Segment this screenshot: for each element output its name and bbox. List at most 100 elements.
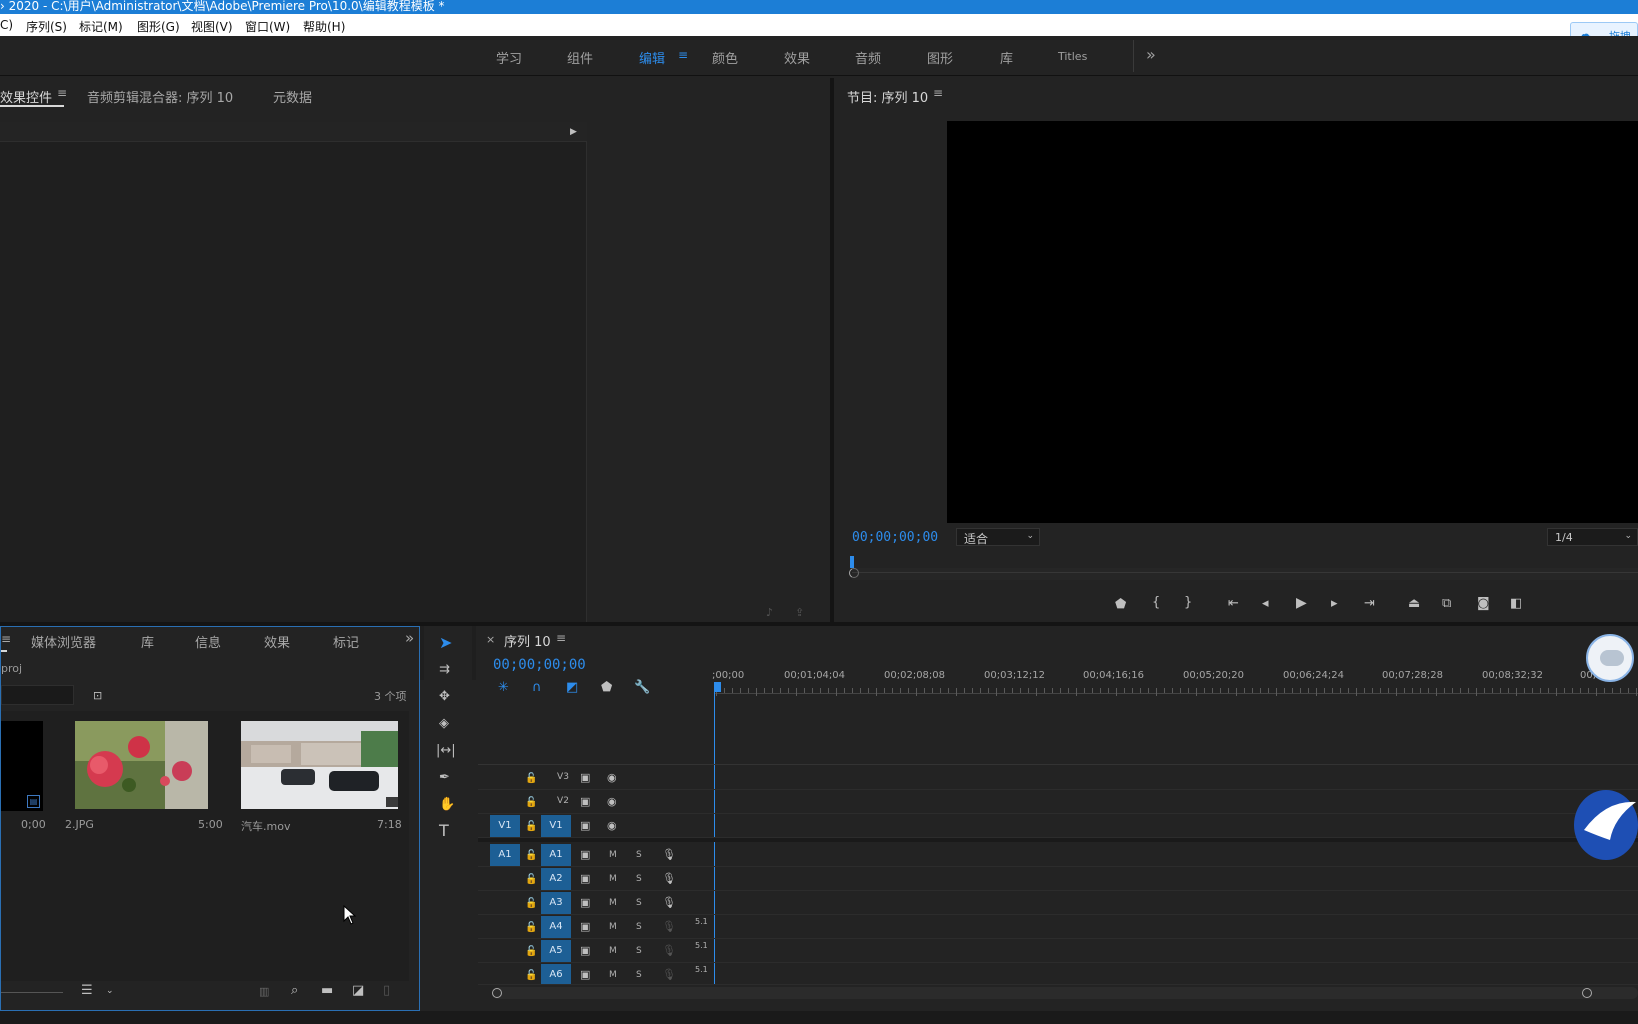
- zoom-scrollbar[interactable]: [852, 568, 1638, 580]
- solo-button[interactable]: S: [636, 946, 642, 956]
- workspace-color[interactable]: 颜色: [712, 48, 738, 67]
- tab-info[interactable]: 信息: [195, 632, 221, 651]
- tab-audio-clip-mixer[interactable]: 音频剪辑混合器: 序列 10: [87, 87, 233, 106]
- add-marker-icon[interactable]: ⬟: [1115, 598, 1126, 611]
- program-timecode[interactable]: 00;00;00;00: [852, 530, 938, 545]
- source-patch-a1[interactable]: A1: [490, 844, 520, 866]
- sort-icons-icon[interactable]: ☰: [81, 984, 93, 997]
- lock-icon[interactable]: 🔓: [525, 969, 537, 982]
- track-label[interactable]: V3: [548, 772, 578, 782]
- lift-icon[interactable]: ⏏: [1408, 597, 1420, 610]
- mark-out-icon[interactable]: }: [1184, 596, 1192, 609]
- menu-view[interactable]: 视图(V): [191, 18, 233, 35]
- more-workspaces-icon[interactable]: »: [1146, 45, 1156, 64]
- mute-button[interactable]: M: [609, 946, 617, 956]
- export-frame-icon[interactable]: ◙: [1477, 597, 1490, 610]
- tab-media-browser[interactable]: 媒体浏览器: [31, 632, 96, 651]
- sync-lock-icon[interactable]: ▣: [580, 944, 590, 957]
- expand-arrow-icon[interactable]: ▶: [570, 126, 577, 139]
- more-tabs-icon[interactable]: »: [405, 629, 414, 647]
- workspace-menu-icon[interactable]: ≡: [678, 48, 688, 62]
- menu-window[interactable]: 窗口(W): [245, 18, 290, 35]
- sync-lock-icon[interactable]: ▣: [580, 848, 590, 861]
- sync-lock-icon[interactable]: ▣: [580, 968, 590, 981]
- eye-icon[interactable]: ◉: [607, 771, 617, 784]
- project-item-thumbnail[interactable]: [241, 721, 398, 809]
- menu-marker[interactable]: 标记(M): [79, 18, 123, 35]
- project-search-input[interactable]: [1, 685, 74, 705]
- microphone-icon[interactable]: 🎙: [662, 920, 676, 933]
- lock-icon[interactable]: 🔓: [525, 897, 537, 910]
- workspace-learn[interactable]: 学习: [496, 48, 522, 67]
- pen-tool-icon[interactable]: ✒: [439, 771, 450, 784]
- track-target-a5[interactable]: A5: [541, 940, 571, 962]
- automate-to-sequence-icon[interactable]: ▥: [259, 985, 269, 998]
- new-bin-icon[interactable]: ▬: [321, 984, 333, 997]
- solo-button[interactable]: S: [636, 922, 642, 932]
- selection-tool-icon[interactable]: ➤: [439, 635, 452, 651]
- eye-icon[interactable]: ◉: [607, 819, 617, 832]
- step-forward-icon[interactable]: ▸: [1331, 597, 1338, 610]
- scroll-handle-right[interactable]: [1582, 988, 1592, 998]
- microphone-icon[interactable]: 🎙: [662, 968, 676, 981]
- project-item-thumbnail[interactable]: ▤: [1, 721, 43, 811]
- timeline-horizontal-scrollbar[interactable]: [492, 987, 1638, 999]
- add-marker-icon[interactable]: ⬟: [601, 681, 612, 694]
- sync-lock-icon[interactable]: ▣: [580, 819, 590, 832]
- lock-icon[interactable]: 🔓: [525, 820, 537, 833]
- comparison-view-icon[interactable]: ◧: [1510, 597, 1522, 610]
- ripple-edit-tool-icon[interactable]: ✥: [439, 690, 450, 703]
- extract-icon[interactable]: ⧉: [1442, 597, 1451, 610]
- timeline-timecode[interactable]: 00;00;00;00: [493, 657, 586, 673]
- zoom-select[interactable]: 适合 ⌄: [956, 528, 1040, 546]
- sync-lock-icon[interactable]: ▣: [580, 872, 590, 885]
- solo-button[interactable]: S: [636, 970, 642, 980]
- program-monitor-title[interactable]: 节目: 序列 10: [847, 87, 928, 106]
- tab-effects[interactable]: 效果: [264, 632, 290, 651]
- microphone-icon[interactable]: 🎙: [662, 872, 676, 885]
- tab-libraries[interactable]: 库: [141, 632, 154, 651]
- project-menu-icon[interactable]: ≡: [1, 632, 11, 646]
- lock-icon[interactable]: 🔓: [525, 945, 537, 958]
- solo-button[interactable]: S: [636, 874, 642, 884]
- type-tool-icon[interactable]: T: [439, 823, 449, 839]
- trash-icon[interactable]: ▯: [383, 984, 390, 997]
- new-search-bin-icon[interactable]: ⊡: [93, 689, 102, 702]
- razor-tool-icon[interactable]: ◈: [439, 717, 449, 730]
- panel-menu-icon[interactable]: ≡: [57, 86, 67, 100]
- mute-button[interactable]: M: [609, 850, 617, 860]
- workspace-effects[interactable]: 效果: [784, 48, 810, 67]
- mute-button[interactable]: M: [609, 970, 617, 980]
- assistant-robot-icon[interactable]: [1586, 634, 1634, 682]
- program-video-frame[interactable]: [947, 121, 1638, 523]
- lock-icon[interactable]: 🔓: [525, 796, 537, 809]
- source-patch-v1[interactable]: V1: [490, 815, 520, 837]
- timeline-settings-wrench-icon[interactable]: 🔧: [634, 681, 650, 694]
- scroll-handle-left[interactable]: [492, 988, 502, 998]
- new-item-icon[interactable]: ◪: [352, 984, 364, 997]
- export-audio-icon[interactable]: ♪: [766, 606, 773, 619]
- chevron-down-icon[interactable]: ⌄: [106, 985, 114, 998]
- track-label[interactable]: V2: [548, 796, 578, 806]
- track-target-v1[interactable]: V1: [541, 815, 571, 837]
- search-icon[interactable]: ⌕: [291, 984, 298, 997]
- menu-sequence[interactable]: 序列(S): [26, 18, 67, 35]
- snap-icon[interactable]: ∩: [532, 681, 542, 694]
- workspace-audio[interactable]: 音频: [855, 48, 881, 67]
- program-playhead[interactable]: [850, 556, 854, 568]
- menu-graphics[interactable]: 图形(G): [137, 18, 180, 35]
- microphone-icon[interactable]: 🎙: [662, 848, 676, 861]
- track-target-a4[interactable]: A4: [541, 916, 571, 938]
- tab-markers[interactable]: 标记: [333, 632, 359, 651]
- linked-selection-icon[interactable]: ◩: [566, 681, 578, 694]
- track-target-a3[interactable]: A3: [541, 892, 571, 914]
- mark-in-icon[interactable]: {: [1152, 596, 1160, 609]
- workspace-assembly[interactable]: 组件: [567, 48, 593, 67]
- bird-logo-icon[interactable]: [1574, 790, 1638, 860]
- play-icon[interactable]: ▶: [1296, 596, 1307, 610]
- close-tab-icon[interactable]: ×: [486, 633, 495, 646]
- mute-button[interactable]: M: [609, 922, 617, 932]
- menu-help[interactable]: 帮助(H): [303, 18, 345, 35]
- export-frame-icon[interactable]: ⇪: [795, 606, 804, 619]
- lock-icon[interactable]: 🔓: [525, 849, 537, 862]
